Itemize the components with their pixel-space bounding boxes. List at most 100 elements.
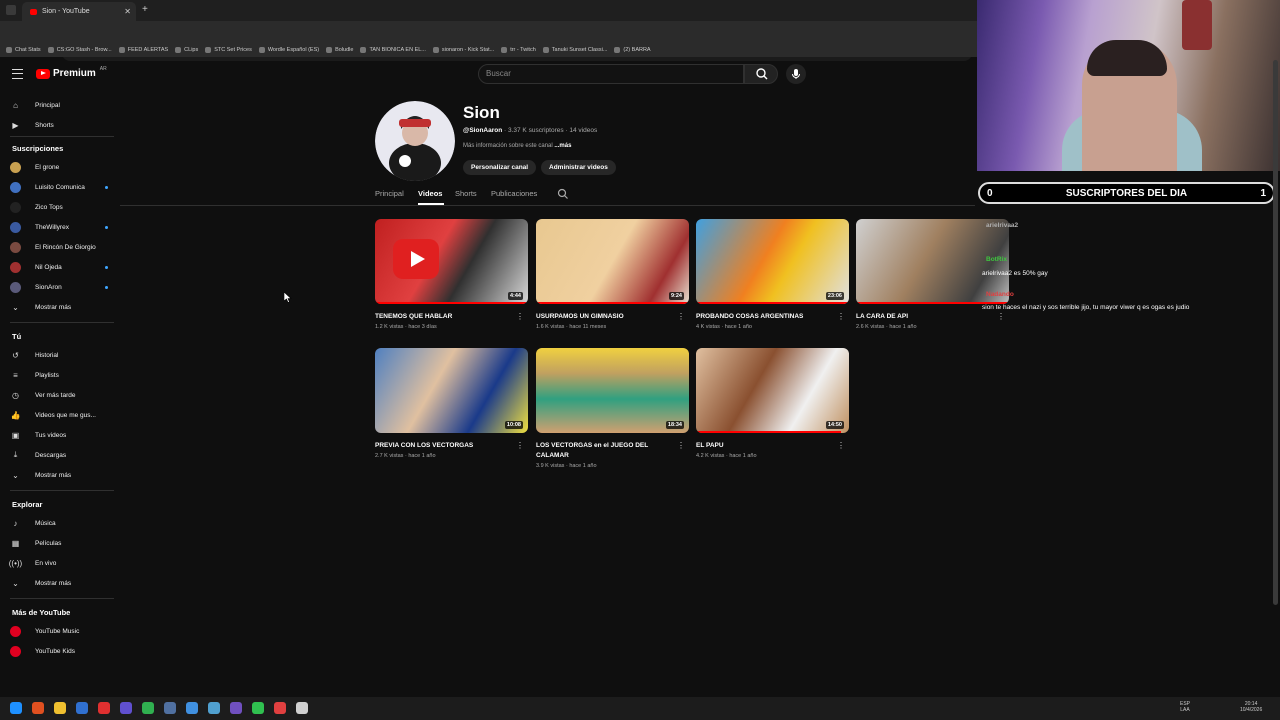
- video-title[interactable]: PREVIA CON LOS VECTORGAS: [375, 441, 515, 451]
- more-link[interactable]: ...más: [554, 143, 571, 149]
- sidebar-item[interactable]: ↺ Historial: [10, 348, 110, 362]
- channel-search-icon[interactable]: [557, 188, 569, 200]
- brave-icon[interactable]: [32, 702, 44, 714]
- sidebar-item[interactable]: ♪ Música: [10, 516, 110, 530]
- bookmark-item[interactable]: trr - Twitch: [501, 47, 536, 53]
- video-title[interactable]: LA CARA DE API: [856, 312, 996, 322]
- sidebar-item[interactable]: YouTube Music: [10, 624, 110, 638]
- sidebar-item[interactable]: ((•)) En vivo: [9, 556, 110, 570]
- channel-avatar[interactable]: [375, 101, 455, 181]
- clock[interactable]: 20:14 10/4/2026: [1240, 701, 1262, 713]
- sidebar-item[interactable]: ⌂ Principal: [10, 98, 110, 112]
- youtube-logo[interactable]: Premium AR: [36, 66, 107, 79]
- video-title[interactable]: EL PAPU: [696, 441, 836, 451]
- tab-videos[interactable]: Videos: [418, 189, 442, 198]
- more-options-icon[interactable]: ⋮: [516, 441, 524, 450]
- sidebar-item[interactable]: YouTube Kids: [10, 644, 110, 658]
- sidebar-item[interactable]: El Rincón De Giorgio: [10, 240, 110, 254]
- video-card[interactable]: 14:50 EL PAPU 4.2 K vistas · hace 1 año ⋮: [696, 348, 849, 459]
- bookmark-item[interactable]: STC Set Prices: [205, 47, 252, 53]
- tab-principal[interactable]: Principal: [375, 189, 404, 198]
- app-icon[interactable]: [164, 702, 176, 714]
- bookmark-item[interactable]: CS:GO Stash - Brow...: [47, 47, 112, 53]
- bookmark-item[interactable]: (2) BARRA: [614, 47, 651, 53]
- show-more-subscriptions[interactable]: ⌄ Mostrar más: [10, 300, 110, 314]
- bookmark-item[interactable]: Boludle: [326, 47, 353, 53]
- video-thumbnail[interactable]: 10:08: [375, 348, 528, 433]
- video-card[interactable]: 23:06 PROBANDO COSAS ARGENTINAS 4 K vistas…: [696, 219, 849, 330]
- more-options-icon[interactable]: ⋮: [837, 441, 845, 450]
- close-tab-icon[interactable]: ✕: [124, 7, 131, 16]
- sidebar-item[interactable]: Zico Tops: [10, 200, 110, 214]
- sidebar-item[interactable]: ▣ Tus videos: [10, 428, 110, 442]
- video-card[interactable]: 10:08 PREVIA CON LOS VECTORGAS 2.7 K vista…: [375, 348, 528, 459]
- video-card[interactable]: 18:34 LOS VECTORGAS en el JUEGO DEL CALAM…: [536, 348, 689, 469]
- subscriptions-heading[interactable]: Suscripciones: [12, 144, 63, 153]
- sidebar-item[interactable]: ▦ Películas: [10, 536, 110, 550]
- telegram-icon[interactable]: [76, 702, 88, 714]
- sidebar-item[interactable]: ▶ Shorts: [10, 118, 110, 132]
- customize-channel-button[interactable]: Personalizar canal: [463, 160, 537, 175]
- sidebar-item[interactable]: SionAron: [10, 280, 110, 294]
- app-icon[interactable]: [230, 702, 242, 714]
- video-thumbnail[interactable]: 23:06: [696, 219, 849, 304]
- more-options-icon[interactable]: ⋮: [677, 441, 685, 450]
- bookmark-item[interactable]: sionaron - Kick Stat...: [432, 47, 494, 53]
- sidebar-item[interactable]: Luisito Comunica: [10, 180, 110, 194]
- video-thumbnail[interactable]: 9:24: [536, 219, 689, 304]
- bookmark-item[interactable]: Chat Stats: [6, 47, 41, 53]
- tab-publicaciones[interactable]: Publicaciones: [491, 189, 537, 198]
- bookmark-item[interactable]: Wordle Español (ES): [258, 47, 319, 53]
- sidebar-item[interactable]: 👍 Videos que me gus...: [10, 408, 110, 422]
- chrome-icon[interactable]: [98, 702, 110, 714]
- voice-search-button[interactable]: [786, 64, 806, 84]
- chrome-active-icon[interactable]: [296, 702, 308, 714]
- more-options-icon[interactable]: ⋮: [837, 312, 845, 321]
- sidebar-item[interactable]: El grone: [10, 160, 110, 174]
- video-title[interactable]: TENEMOS QUE HABLAR: [375, 312, 515, 322]
- more-options-icon[interactable]: ⋮: [677, 312, 685, 321]
- more-options-icon[interactable]: ⋮: [997, 312, 1005, 321]
- video-thumbnail[interactable]: 14:50: [696, 348, 849, 433]
- manage-videos-button[interactable]: Administrar videos: [541, 160, 616, 175]
- app-icon[interactable]: [274, 702, 286, 714]
- video-card[interactable]: 9:24 USURPAMOS UN GIMNASIO 1.6 K vistas · …: [536, 219, 689, 330]
- channel-description[interactable]: Más información sobre este canal ...más: [463, 143, 571, 149]
- discord-icon[interactable]: [120, 702, 132, 714]
- language-indicator[interactable]: ESP LAA: [1180, 701, 1190, 713]
- bookmark-item[interactable]: Tanuki Sunset Classi...: [542, 47, 607, 53]
- more-options-icon[interactable]: ⋮: [516, 312, 524, 321]
- window-menu-icon[interactable]: [6, 5, 16, 15]
- you-heading[interactable]: Tú: [12, 332, 21, 341]
- video-thumbnail[interactable]: 4:44: [375, 219, 528, 304]
- spotify-icon[interactable]: [142, 702, 154, 714]
- video-title[interactable]: PROBANDO COSAS ARGENTINAS: [696, 312, 836, 322]
- video-meta: 4 K vistas · hace 1 año: [696, 324, 752, 330]
- app-icon[interactable]: [208, 702, 220, 714]
- page-scrollbar[interactable]: [1273, 60, 1278, 605]
- bookmark-item[interactable]: CLips: [175, 47, 198, 53]
- show-more-you[interactable]: ⌄ Mostrar más: [10, 468, 110, 482]
- show-more-explore[interactable]: ⌄ Mostrar más: [10, 576, 110, 590]
- browser-tab[interactable]: Sion - YouTube ✕: [22, 2, 136, 21]
- folder-icon[interactable]: [54, 702, 66, 714]
- search-button[interactable]: [744, 64, 778, 84]
- bookmark-item[interactable]: FEED ALERTAS: [118, 47, 168, 53]
- video-title[interactable]: LOS VECTORGAS en el JUEGO DEL CALAMAR: [536, 441, 676, 461]
- menu-icon[interactable]: [12, 69, 23, 79]
- video-card[interactable]: 4:44 TENEMOS QUE HABLAR 1.2 K vistas · hac…: [375, 219, 528, 330]
- new-tab-button[interactable]: +: [142, 4, 148, 15]
- search-input[interactable]: Buscar: [478, 64, 744, 84]
- sidebar-item[interactable]: ◷ Ver más tarde: [10, 388, 110, 402]
- sidebar-item[interactable]: TheWillyrex: [10, 220, 110, 234]
- app-icon[interactable]: [252, 702, 264, 714]
- sidebar-item[interactable]: Nil Ojeda: [10, 260, 110, 274]
- bookmark-item[interactable]: TAN BIONICA EN EL...: [360, 47, 426, 53]
- video-title[interactable]: USURPAMOS UN GIMNASIO: [536, 312, 676, 322]
- sidebar-item[interactable]: ⤓ Descargas: [10, 448, 110, 462]
- video-thumbnail[interactable]: 18:34: [536, 348, 689, 433]
- app-icon[interactable]: [186, 702, 198, 714]
- tab-shorts[interactable]: Shorts: [455, 189, 477, 198]
- sidebar-item[interactable]: ≡ Playlists: [10, 368, 110, 382]
- start-icon[interactable]: [10, 702, 22, 714]
